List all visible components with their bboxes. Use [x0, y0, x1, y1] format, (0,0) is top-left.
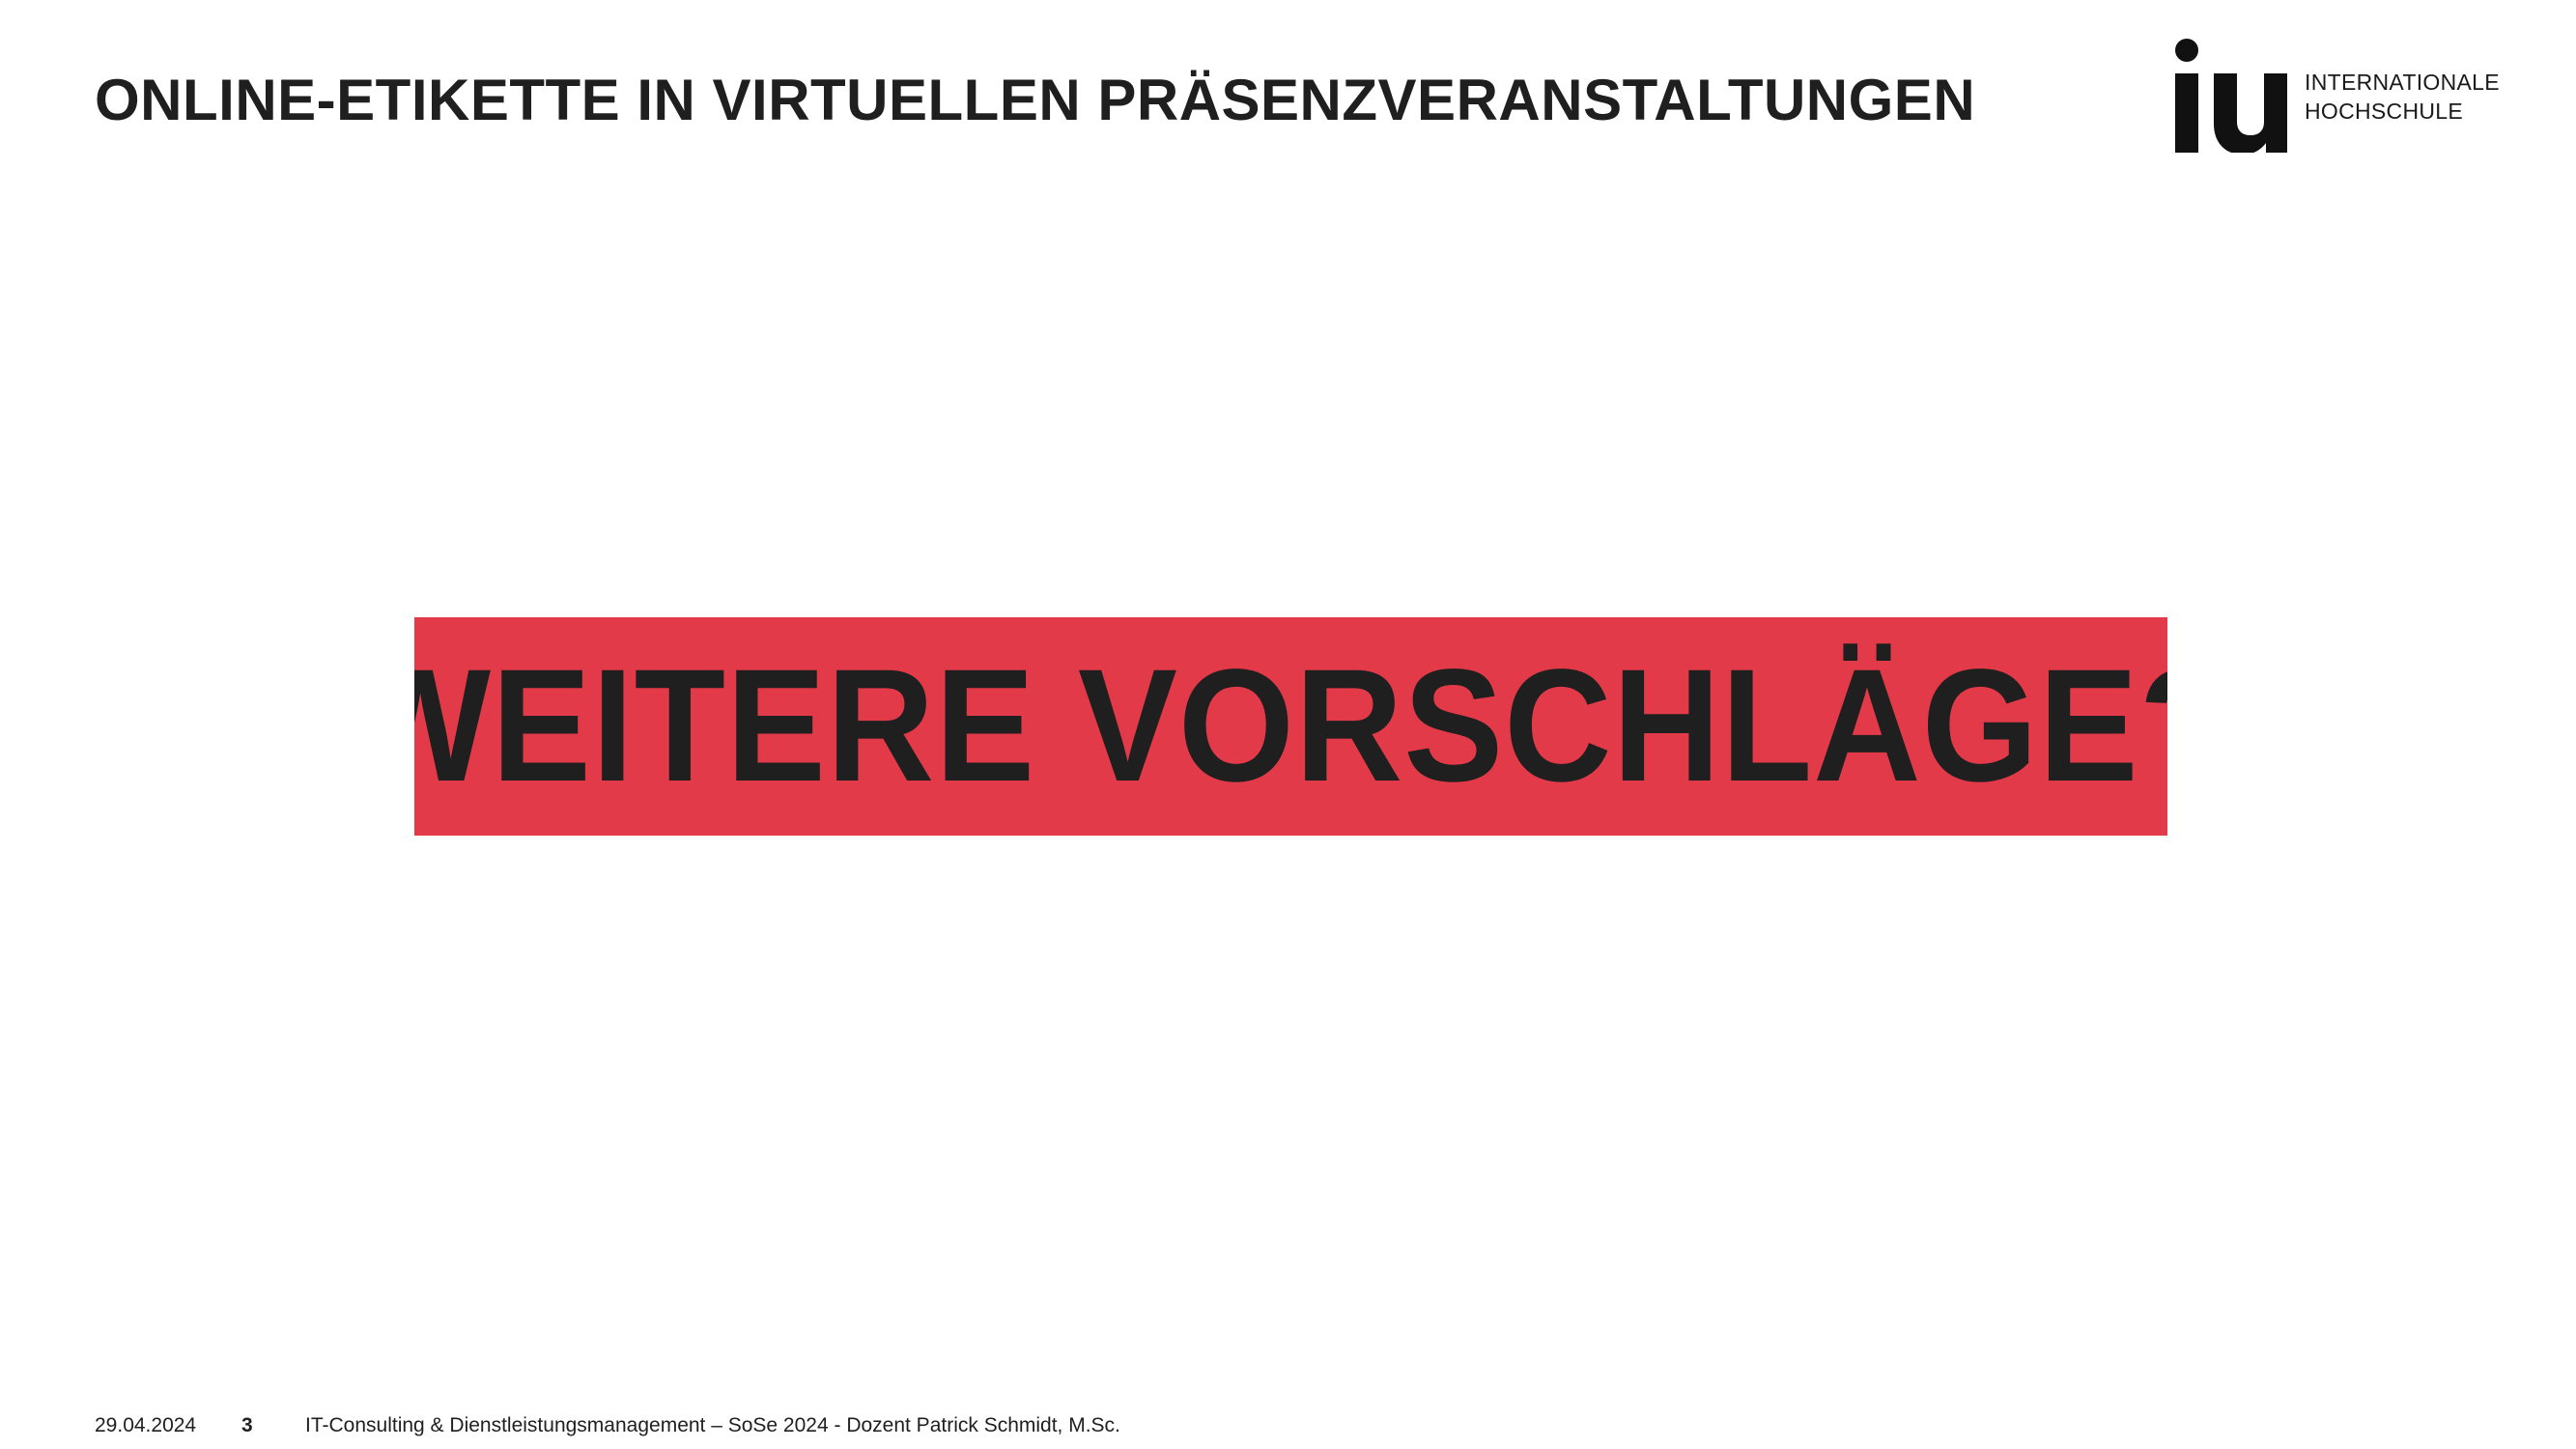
logo-wordmark: INTERNATIONALE HOCHSCHULE — [2305, 68, 2500, 126]
iu-logo: INTERNATIONALE HOCHSCHULE — [2171, 39, 2500, 153]
callout-box: WEITERE VORSCHLÄGE? — [414, 617, 2167, 836]
footer-date: 29.04.2024 — [95, 1414, 197, 1436]
page-number: 3 — [241, 1414, 253, 1436]
logo-line-1: INTERNATIONALE — [2305, 70, 2500, 95]
slide-title: ONLINE-ETIKETTE IN VIRTUELLEN PRÄSENZVER… — [95, 68, 1976, 132]
iu-logo-mark — [2175, 39, 2287, 153]
callout-text: WEITERE VORSCHLÄGE? — [414, 637, 2167, 815]
footer: 29.04.2024 3 IT-Consulting & Dienstleist… — [95, 1412, 1120, 1439]
logo-line-2: HOCHSCHULE — [2305, 99, 2464, 124]
footer-course-info: IT-Consulting & Dienstleistungsmanagemen… — [305, 1414, 1120, 1436]
